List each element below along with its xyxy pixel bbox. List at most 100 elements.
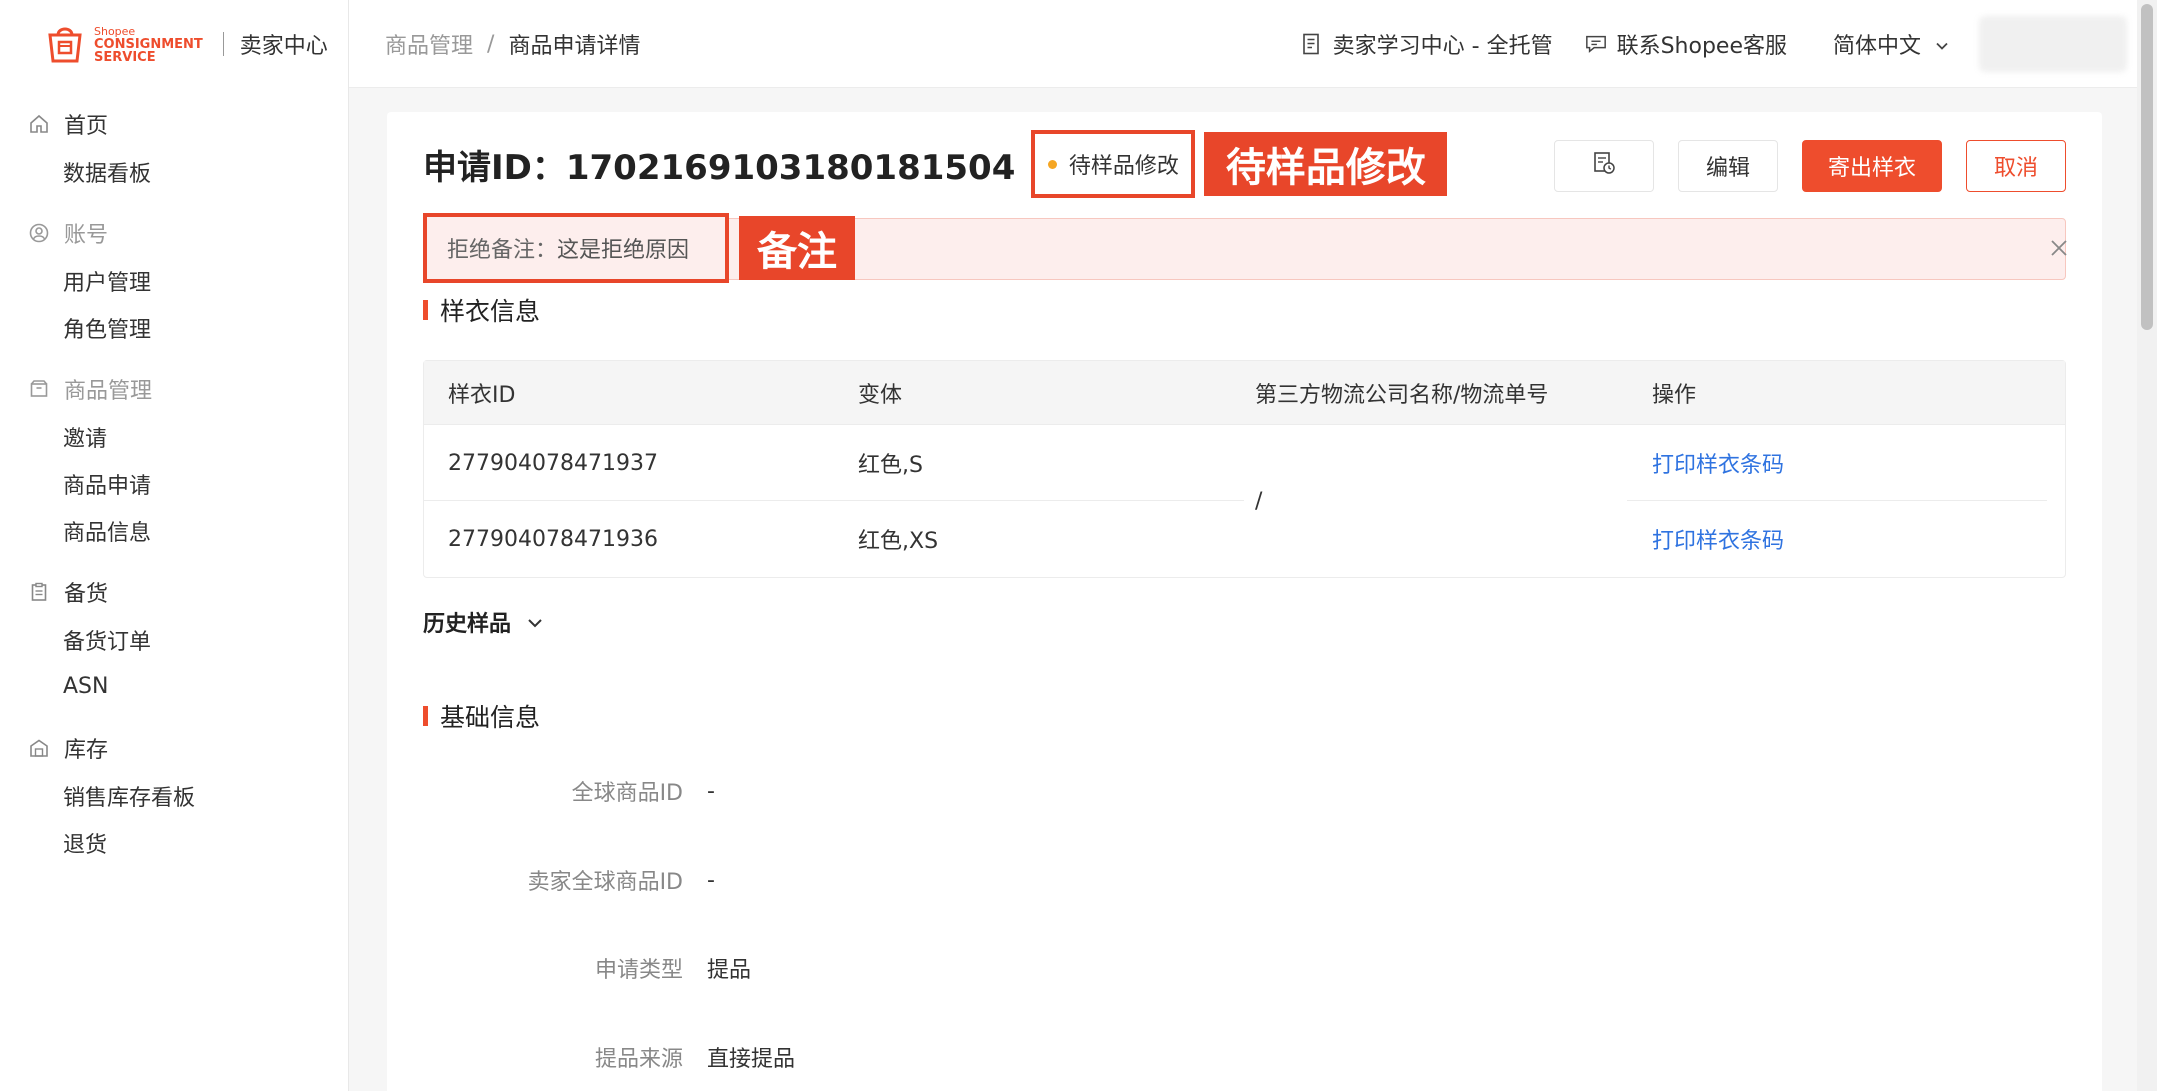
breadcrumb: 商品管理 / 商品申请详情: [385, 28, 640, 60]
chat-icon: [1585, 33, 1607, 55]
chevron-down-icon: [527, 610, 543, 635]
logistics-cell: /: [1255, 488, 1263, 514]
nav-group-home: 首页 数据看板: [0, 100, 348, 195]
sidebar-item-product-application[interactable]: 商品申请: [0, 460, 348, 507]
rejection-note-text: 这是拒绝原因: [557, 238, 690, 263]
section-title-text: 样衣信息: [440, 297, 541, 326]
field-value: -: [707, 778, 715, 804]
warehouse-icon: [28, 737, 50, 759]
sidebar-item-dashboard[interactable]: 数据看板: [0, 148, 348, 195]
field-seller-global-product-id: 卖家全球商品ID -: [423, 860, 715, 900]
table-row: 277904078471936 红色,XS 打印样衣条码: [424, 501, 2065, 577]
history-samples-label: 历史样品: [423, 612, 512, 637]
section-accent-bar: [423, 300, 428, 320]
shopee-bag-icon: [44, 23, 86, 65]
sidebar-item-user-management[interactable]: 用户管理: [0, 257, 348, 304]
status-text: 待样品修改: [1068, 154, 1179, 179]
history-samples-toggle[interactable]: 历史样品: [423, 606, 543, 638]
logo-text: Shopee CONSIGNMENT SERVICE: [94, 25, 203, 64]
page-title: 申请ID：1702169103180181504: [423, 147, 1016, 188]
sidebar-item-sales-inventory[interactable]: 销售库存看板: [0, 772, 348, 819]
field-value: -: [707, 867, 715, 893]
top-header: 商品管理 / 商品申请详情 卖家学习中心 - 全托管 联系Shopee客服 简体…: [349, 0, 2157, 88]
section-accent-bar: [423, 706, 428, 726]
section-title-basic: 基础信息: [423, 698, 540, 734]
table-row: 277904078471937 红色,S 打印样衣条码: [424, 425, 2065, 501]
sidebar-item-role-management[interactable]: 角色管理: [0, 304, 348, 351]
nav-head-label: 备货: [64, 582, 109, 607]
nav-head-stock[interactable]: 备货: [0, 568, 348, 616]
section-title-text: 基础信息: [440, 703, 541, 732]
annotation-tag-note: 备注: [739, 216, 855, 280]
nav-group-product: 商品管理 邀请 商品申请 商品信息: [0, 365, 348, 554]
field-submission-source: 提品来源 直接提品: [423, 1037, 795, 1077]
history-log-button[interactable]: [1554, 140, 1654, 192]
col-sample-id: 样衣ID: [448, 383, 516, 408]
field-value: 提品: [707, 958, 752, 983]
sample-id-cell: 277904078471936: [448, 526, 658, 552]
logo-line2: SERVICE: [94, 49, 156, 65]
nav-head-label: 账号: [64, 223, 109, 248]
user-icon: [28, 222, 50, 244]
sidebar-item-stock-orders[interactable]: 备货订单: [0, 616, 348, 663]
col-logistics: 第三方物流公司名称/物流单号: [1255, 383, 1549, 408]
action-bar: 编辑 寄出样衣 取消: [1530, 140, 2066, 192]
print-barcode-link[interactable]: 打印样衣条码: [1652, 425, 1784, 501]
nav-group-inventory: 库存 销售库存看板 退货: [0, 724, 348, 866]
rejection-note: 拒绝备注： 这是拒绝原因: [423, 213, 729, 283]
field-application-type: 申请类型 提品: [423, 948, 751, 988]
user-avatar-blurred[interactable]: [1979, 16, 2127, 72]
nav-head-home[interactable]: 首页: [0, 100, 348, 148]
edit-button[interactable]: 编辑: [1678, 140, 1778, 192]
nav-head-label: 商品管理: [64, 379, 153, 404]
nav-head-account[interactable]: 账号: [0, 209, 348, 257]
field-value: 直接提品: [707, 1047, 796, 1072]
cancel-button[interactable]: 取消: [1966, 140, 2066, 192]
sidebar-nav: 首页 数据看板 账号 用户管理 角色管理 商品管理 邀请 商品申请 商品信息 备…: [0, 100, 348, 880]
col-actions: 操作: [1652, 383, 1697, 408]
breadcrumb-separator: /: [487, 31, 495, 57]
status-badge: 待样品修改: [1031, 130, 1196, 198]
nav-head-label: 首页: [64, 114, 109, 139]
nav-group-account: 账号 用户管理 角色管理: [0, 209, 348, 351]
ship-sample-button[interactable]: 寄出样衣: [1802, 140, 1942, 192]
status-dot: [1047, 159, 1057, 169]
contact-support-label: 联系Shopee客服: [1616, 34, 1787, 59]
table-header: 样衣ID 变体 第三方物流公司名称/物流单号 操作: [424, 361, 2065, 425]
variant-cell: 红色,S: [858, 453, 923, 478]
logo-small: Shopee: [94, 24, 136, 38]
nav-head-product[interactable]: 商品管理: [0, 365, 348, 413]
sidebar-item-returns[interactable]: 退货: [0, 819, 348, 866]
sidebar-item-asn[interactable]: ASN: [0, 663, 348, 710]
logo[interactable]: Shopee CONSIGNMENT SERVICE 卖家中心: [44, 18, 328, 70]
language-selector[interactable]: 简体中文: [1833, 28, 1949, 60]
field-label: 全球商品ID: [571, 781, 683, 806]
learning-center-link[interactable]: 卖家学习中心 - 全托管: [1301, 28, 1553, 60]
document-icon: [1301, 33, 1323, 55]
breadcrumb-parent[interactable]: 商品管理: [385, 28, 473, 60]
learning-center-label: 卖家学习中心 - 全托管: [1332, 34, 1553, 59]
table-body: 277904078471937 红色,S 打印样衣条码 277904078471…: [424, 425, 2065, 577]
print-barcode-link[interactable]: 打印样衣条码: [1652, 501, 1784, 577]
sidebar: Shopee CONSIGNMENT SERVICE 卖家中心 首页 数据看板 …: [0, 0, 349, 1091]
header-actions: 卖家学习中心 - 全托管 联系Shopee客服 简体中文: [1269, 16, 2127, 72]
rejection-note-label: 拒绝备注：: [447, 238, 558, 263]
field-label: 提品来源: [594, 1047, 683, 1072]
contact-support-link[interactable]: 联系Shopee客服: [1585, 28, 1787, 60]
sample-table: 样衣ID 变体 第三方物流公司名称/物流单号 操作 27790407847193…: [423, 360, 2066, 578]
logo-divider: [222, 32, 224, 56]
home-icon: [28, 113, 50, 135]
title-row: 申请ID：1702169103180181504 待样品修改 待样品修改: [423, 130, 1448, 198]
sample-id-cell: 277904078471937: [448, 450, 658, 476]
col-variant: 变体: [858, 383, 903, 408]
nav-head-label: 库存: [64, 738, 109, 763]
log-icon: [1592, 151, 1616, 181]
nav-head-inventory[interactable]: 库存: [0, 724, 348, 772]
sidebar-item-invite[interactable]: 邀请: [0, 413, 348, 460]
close-icon[interactable]: [2050, 239, 2068, 257]
scrollbar-thumb[interactable]: [2141, 4, 2153, 330]
sidebar-item-product-info[interactable]: 商品信息: [0, 507, 348, 554]
page-scrollbar[interactable]: [2137, 0, 2157, 1091]
clipboard-icon: [28, 581, 50, 603]
field-global-product-id: 全球商品ID -: [423, 771, 715, 811]
